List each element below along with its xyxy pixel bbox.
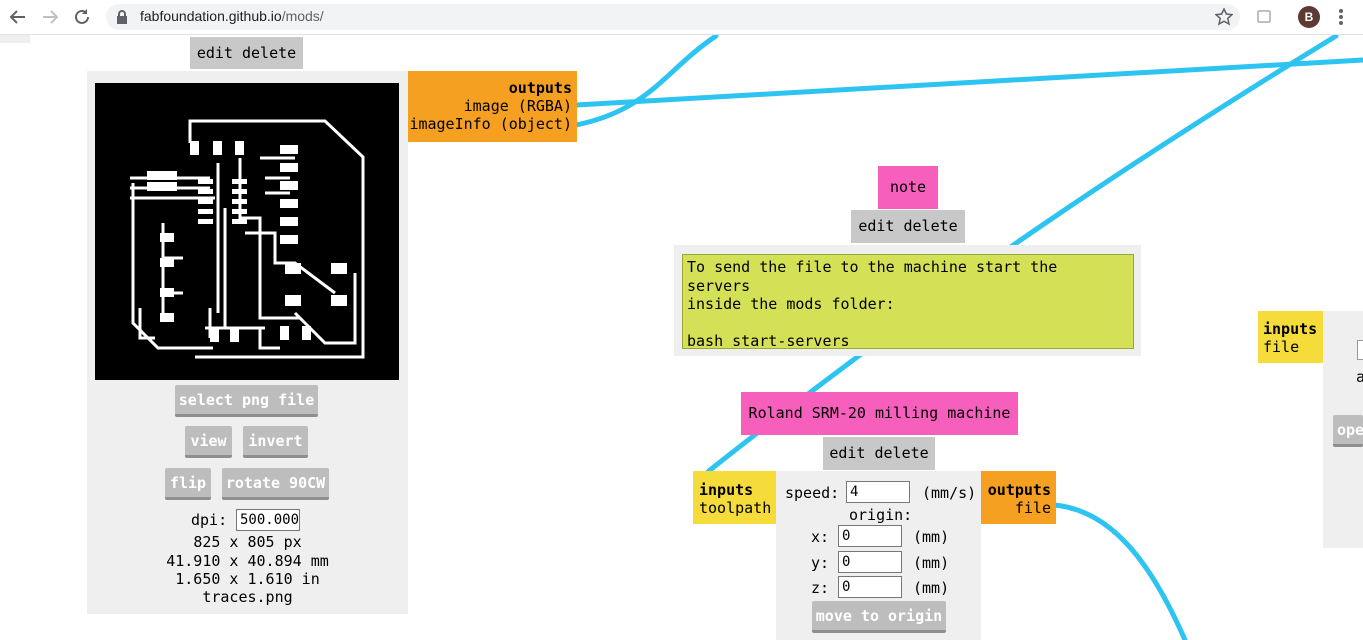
browser-toolbar: fabfoundation.github.io/mods/ B — [0, 0, 1363, 35]
inputs-title: inputs — [1263, 320, 1318, 338]
select-png-file-button[interactable]: select png file — [175, 385, 318, 417]
z-input[interactable]: 0 — [838, 576, 902, 598]
image-outputs: outputs image (RGBA) imageInfo (object) — [408, 71, 577, 142]
note-title[interactable]: note — [878, 166, 938, 209]
rotate-90cw-button[interactable]: rotate 90CW — [222, 468, 329, 500]
output-file-port[interactable]: file — [981, 499, 1051, 517]
right-module-inputs: inputs file — [1258, 311, 1323, 363]
speed-label: speed: — [785, 484, 840, 502]
dpi-input[interactable]: 500.000 — [236, 509, 300, 531]
menu-dots-icon[interactable] — [1339, 8, 1343, 30]
input-file-port[interactable]: file — [1263, 338, 1323, 356]
lock-icon — [116, 10, 128, 28]
pcb-traces-image — [95, 83, 399, 380]
url-text: fabfoundation.github.io/mods/ — [140, 8, 324, 24]
machine-outputs: outputs file — [981, 471, 1056, 524]
right-module-open-button[interactable]: ope — [1333, 415, 1363, 447]
invert-button[interactable]: invert — [243, 426, 308, 458]
x-input[interactable]: 0 — [838, 525, 902, 547]
move-to-origin-button[interactable]: move to origin — [812, 601, 946, 633]
outputs-title: outputs — [987, 481, 1051, 499]
origin-label: origin: — [849, 506, 913, 524]
output-image-port[interactable]: image (RGBA) — [408, 97, 572, 115]
wire-file-out — [1051, 502, 1188, 640]
reload-icon[interactable] — [70, 5, 94, 29]
machine-title[interactable]: Roland SRM-20 milling machine — [741, 392, 1018, 435]
y-label: y: — [811, 554, 830, 572]
forward-icon[interactable] — [38, 5, 62, 29]
edit-delete-bar[interactable]: edit delete — [190, 37, 303, 69]
speed-input[interactable]: 4 — [846, 481, 910, 503]
note-edit-delete-bar[interactable]: edit delete — [851, 210, 965, 243]
outputs-title: outputs — [508, 79, 572, 97]
z-label: z: — [811, 579, 830, 597]
size-px: 825 x 805 px — [193, 533, 302, 551]
right-module-text: a — [1356, 368, 1363, 386]
back-icon[interactable] — [6, 5, 30, 29]
filename: traces.png — [202, 588, 293, 606]
size-mm: 41.910 x 40.894 mm — [166, 552, 329, 570]
machine-edit-delete-bar[interactable]: edit delete — [823, 437, 935, 470]
avatar[interactable]: B — [1298, 6, 1320, 28]
wire-image-to-right — [573, 57, 1363, 108]
extension-icon[interactable] — [1257, 10, 1271, 23]
y-unit: (mm) — [913, 554, 950, 572]
note-textarea[interactable]: To send the file to the machine start th… — [682, 254, 1134, 350]
dpi-label: dpi: — [191, 511, 228, 529]
input-toolpath-port[interactable]: toolpath — [699, 499, 776, 517]
x-unit: (mm) — [913, 528, 950, 546]
flip-button[interactable]: flip — [165, 468, 211, 500]
inputs-title: inputs — [699, 481, 754, 499]
speed-unit: (mm/s) — [922, 484, 977, 502]
right-module-field[interactable] — [1357, 340, 1363, 360]
size-in: 1.650 x 1.610 in — [175, 570, 320, 588]
y-input[interactable]: 0 — [838, 551, 902, 573]
partial-module-edge — [0, 35, 30, 43]
x-label: x: — [811, 528, 830, 546]
bookmark-star-icon[interactable] — [1214, 7, 1234, 30]
wire-imageinfo-up — [573, 33, 719, 128]
output-imageinfo-port[interactable]: imageInfo (object) — [408, 115, 572, 133]
z-unit: (mm) — [913, 579, 950, 597]
machine-inputs: inputs toolpath — [693, 471, 776, 524]
view-button[interactable]: view — [185, 426, 232, 458]
